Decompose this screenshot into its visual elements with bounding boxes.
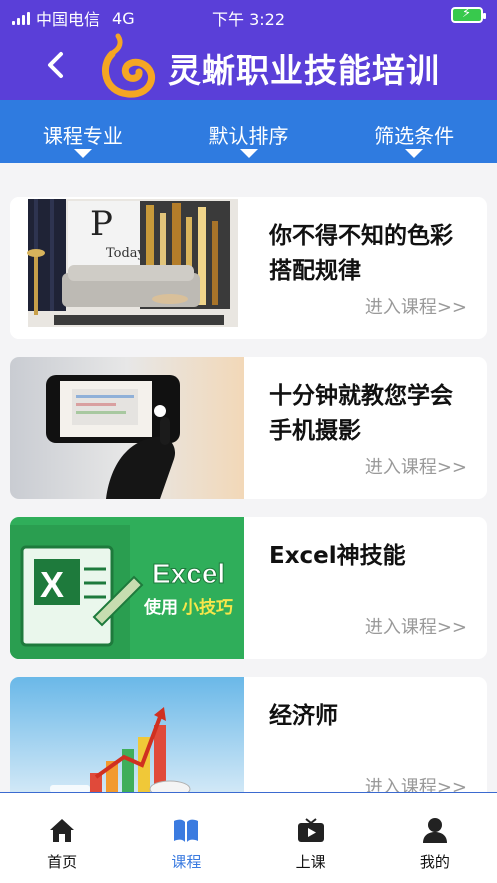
battery-icon: ⚡: [451, 6, 486, 23]
caret-down-icon: [405, 149, 424, 158]
course-list[interactable]: P Today 你不得不知的色彩搭配规律 进入课程>> 十分钟就教您学会手机摄影…: [0, 163, 497, 792]
enter-course-link[interactable]: 进入课程>>: [365, 773, 467, 792]
book-icon: [174, 819, 199, 842]
app-title: 灵蜥职业技能培训: [168, 51, 440, 90]
tab-label: 上课: [295, 853, 326, 871]
course-title: Excel神技能: [269, 543, 406, 569]
phone-photography-thumbnail: [10, 357, 244, 499]
enter-course-link[interactable]: 进入课程>>: [365, 293, 467, 319]
course-title: 你不得不知的色彩搭配规律: [269, 223, 453, 284]
filter-label: 筛选条件: [374, 124, 455, 148]
excel-tips-thumbnail: X Excel 使用 小技巧: [10, 517, 244, 659]
course-card[interactable]: 十分钟就教您学会手机摄影 进入课程>>: [10, 357, 487, 499]
course-title: 经济师: [269, 703, 338, 729]
tab-label: 课程: [171, 853, 202, 871]
course-title: 十分钟就教您学会手机摄影: [269, 383, 453, 444]
svg-text:Today: Today: [106, 246, 146, 261]
tab-class[interactable]: 上课: [249, 793, 373, 883]
tab-course[interactable]: 课程: [124, 793, 248, 883]
filter-label: 课程专业: [42, 124, 123, 148]
tv-icon: [297, 818, 324, 842]
app-header: 灵蜥职业技能培训: [0, 30, 497, 100]
tab-mine[interactable]: 我的: [373, 793, 497, 883]
status-bar: 中国电信 4G 下午 3:22 ⚡: [0, 0, 497, 30]
svg-text:X: X: [40, 564, 64, 605]
excel-prefix-text: 使用: [143, 597, 178, 618]
spiral-logo-icon: [101, 33, 155, 98]
caret-down-icon: [239, 149, 258, 158]
user-icon: [422, 818, 447, 843]
enter-course-link[interactable]: 进入课程>>: [365, 613, 467, 639]
excel-highlight-text: 小技巧: [182, 597, 233, 618]
course-card[interactable]: P Today 你不得不知的色彩搭配规律 进入课程>>: [10, 197, 487, 339]
course-card[interactable]: X Excel 使用 小技巧 Excel神技能 进入课程>>: [10, 517, 487, 659]
tab-home[interactable]: 首页: [0, 793, 124, 883]
excel-brand-text: Excel: [152, 558, 225, 589]
back-button[interactable]: [40, 48, 74, 82]
svg-text:P: P: [90, 204, 113, 244]
filter-conditions[interactable]: 筛选条件: [331, 100, 497, 163]
filter-sort[interactable]: 默认排序: [166, 100, 332, 163]
bottom-tab-bar: 首页 课程 上课 我的: [0, 792, 497, 883]
home-icon: [50, 819, 75, 842]
filter-label: 默认排序: [208, 124, 289, 148]
interior-design-thumbnail: P Today: [10, 197, 244, 339]
filter-bar: 课程专业 默认排序 筛选条件: [0, 100, 497, 163]
chevron-left-icon: [48, 52, 63, 78]
caret-down-icon: [73, 149, 92, 158]
tab-label: 我的: [419, 853, 450, 871]
economist-chart-thumbnail: [10, 677, 244, 792]
status-time: 下午 3:22: [211, 10, 286, 29]
filter-course-major[interactable]: 课程专业: [0, 100, 166, 163]
enter-course-link[interactable]: 进入课程>>: [365, 453, 467, 479]
course-card[interactable]: 经济师 进入课程>>: [10, 677, 487, 792]
tab-label: 首页: [47, 853, 78, 871]
